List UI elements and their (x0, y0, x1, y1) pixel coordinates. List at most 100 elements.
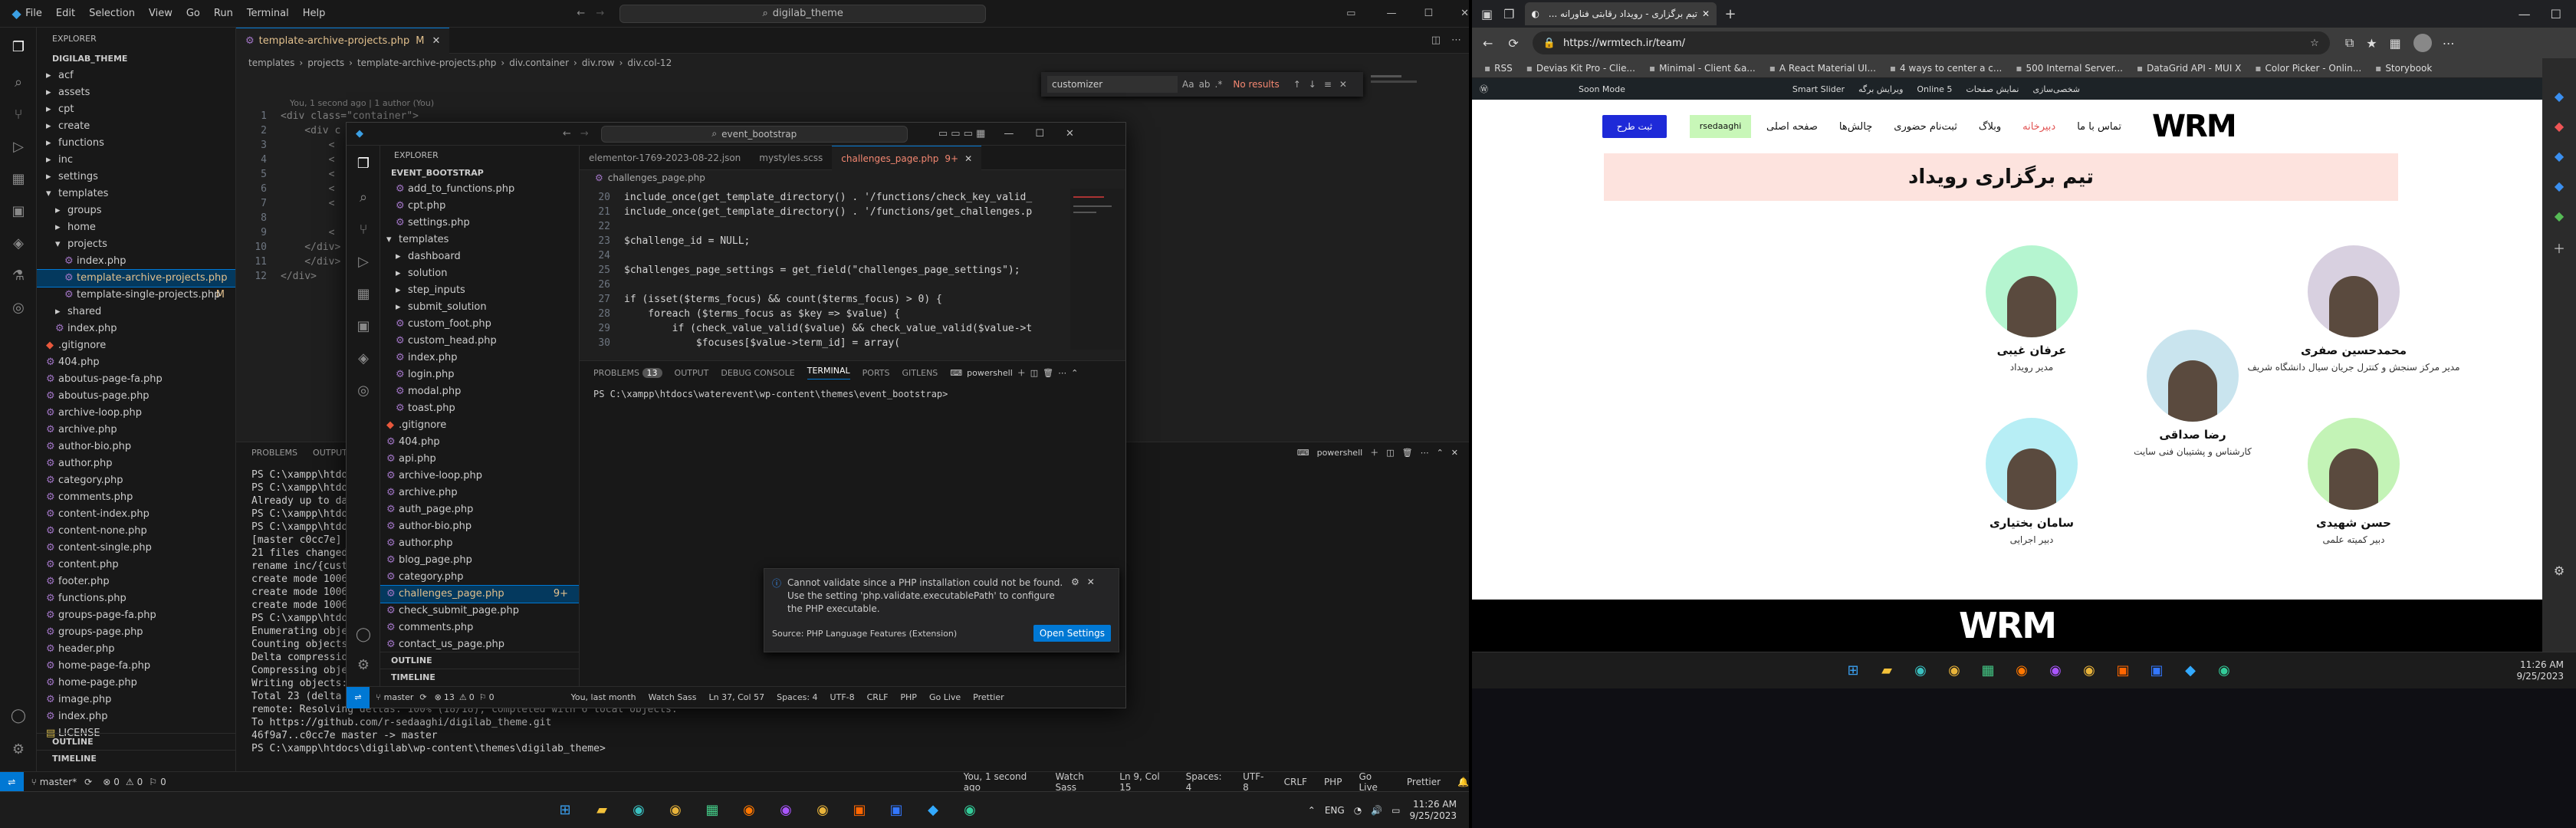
warning-count[interactable]: 0 (137, 777, 143, 787)
xampp-icon[interactable]: ▣ (2110, 658, 2136, 684)
maximize-panel-icon[interactable]: ⌃ (1437, 448, 1444, 458)
browser-tab[interactable]: ◐ تیم برگزاری - رویداد رقابتی فناورانه .… (1525, 2, 1717, 25)
wp-edit-page[interactable]: ویرایش برگه (1858, 84, 1903, 94)
file-item[interactable]: ⚙ groups-page-fa.php (37, 607, 235, 624)
terminal-selector[interactable]: ⌨ powershell ＋ ◫ 🗑 ⋯ ⌃ (950, 366, 1078, 379)
file-item[interactable]: ⚙ footer.php (37, 573, 235, 590)
file-item[interactable]: ⚙ comments.php (380, 619, 579, 636)
xampp-icon[interactable]: ▣ (846, 797, 872, 823)
accounts-icon[interactable]: ◯ (5, 702, 31, 728)
close-panel-icon[interactable]: ✕ (1451, 448, 1458, 458)
file-item[interactable]: ⚙ index.php (37, 320, 235, 337)
file-item[interactable]: ⚙ index.php (380, 350, 579, 366)
firefox-icon[interactable]: ◉ (2009, 658, 2035, 684)
nav-back-icon[interactable]: ← (577, 8, 585, 19)
file-item[interactable]: ⚙ template-archive-projects.php M (37, 269, 235, 301)
close-button[interactable]: ✕ (1066, 128, 1074, 140)
tray-chevron-icon[interactable]: ⌃ (1308, 805, 1316, 816)
tab-gitlens[interactable]: GITLENS (902, 368, 938, 378)
file-item[interactable]: ⚙ index.php (37, 253, 235, 270)
menu-view[interactable]: View (149, 8, 172, 19)
tab-debug-console[interactable]: DEBUG CONSOLE (721, 368, 794, 378)
folder-item[interactable]: ▸ acf (37, 67, 235, 84)
tab-actions-icon[interactable]: ❐ (1503, 7, 1514, 21)
bookmark-item[interactable]: ▪ Storybook (2375, 63, 2432, 74)
chrome-2-icon[interactable]: ◉ (810, 797, 836, 823)
close-notification-icon[interactable]: ✕ (1087, 577, 1095, 587)
breadcrumb-item[interactable]: div.row (582, 58, 615, 68)
timeline-section[interactable]: TIMELINE (37, 750, 235, 767)
whole-word-icon[interactable]: ab (1199, 79, 1211, 90)
file-item[interactable]: ⚙ cpt.php (380, 198, 579, 215)
cursor-position[interactable]: Ln 37, Col 57 (709, 692, 765, 702)
bookmark-item[interactable]: ▪ Devias Kit Pro - Clie... (1526, 63, 1635, 74)
wp-smart-slider[interactable]: Smart Slider (1792, 84, 1845, 94)
file-item[interactable]: ⚙ aboutus-page.php (37, 388, 235, 405)
vscode-icon[interactable]: ◆ (2177, 658, 2203, 684)
volume-icon[interactable]: 🔊 (1371, 805, 1382, 816)
accounts-icon[interactable]: ◯ (350, 621, 376, 647)
wp-online[interactable]: Online 5 (1917, 84, 1952, 94)
file-item[interactable]: ⚙ archive.php (380, 485, 579, 501)
file-item[interactable]: ⚙ functions.php (37, 590, 235, 607)
explorer-icon[interactable]: ❐ (5, 34, 31, 60)
menu-edit[interactable]: Edit (56, 8, 75, 19)
file-item[interactable]: ⚙ home-page.php (37, 675, 235, 692)
new-terminal-icon[interactable]: ＋ (1370, 446, 1378, 458)
trash-icon[interactable]: 🗑 (1402, 448, 1413, 458)
tab-problems[interactable]: PROBLEMS 13 (593, 367, 662, 378)
new-terminal-icon[interactable]: ＋ (1017, 366, 1026, 379)
new-tab-icon[interactable]: + (1724, 6, 1736, 22)
trash-icon[interactable]: 🗑 (1043, 368, 1053, 378)
close-button[interactable]: ✕ (1460, 8, 1469, 19)
editor-tab[interactable]: challenges_page.php 9+ ✕ (832, 145, 982, 170)
remote-explorer-icon[interactable]: ▣ (350, 313, 376, 339)
minimize-button[interactable]: — (1386, 8, 1396, 19)
file-item[interactable]: ⚙ modal.php (380, 383, 579, 400)
file-item[interactable]: ⚙ settings.php (380, 215, 579, 232)
gitlens-icon[interactable]: ◎ (350, 377, 376, 403)
find-selection-icon[interactable]: ≡ (1324, 79, 1332, 90)
watch-sass[interactable]: Watch Sass (1056, 771, 1103, 793)
tab-problems[interactable]: PROBLEMS (251, 448, 297, 458)
breadcrumb-file[interactable]: challenges_page.php (608, 172, 705, 183)
edge-dev-icon[interactable]: ◉ (957, 797, 983, 823)
profile-avatar[interactable] (2413, 34, 2432, 52)
find-input[interactable]: customizer (1047, 76, 1178, 93)
chrome-2-icon[interactable]: ◉ (2076, 658, 2102, 684)
wp-soon-mode[interactable]: Soon Mode (1579, 84, 1625, 94)
extensions-icon[interactable]: ▦ (350, 281, 376, 307)
maximize-panel-icon[interactable]: ⌃ (1071, 368, 1078, 378)
file-item[interactable]: ⚙ content-single.php (37, 540, 235, 557)
encoding[interactable]: UTF-8 (830, 692, 855, 702)
manage-gear-icon[interactable]: ⚙ (350, 652, 376, 678)
copilot-icon[interactable]: ◆ (2542, 89, 2576, 104)
firefox-icon[interactable]: ◉ (736, 797, 762, 823)
blame-status[interactable]: You, last month (571, 692, 636, 702)
maximize-button[interactable]: ☐ (2551, 7, 2561, 21)
explorer-root[interactable]: DIGILAB_THEME (37, 51, 235, 67)
run-debug-icon[interactable]: ▷ (350, 248, 376, 274)
tab-output[interactable]: OUTPUT (675, 368, 709, 378)
menu-run[interactable]: Run (214, 8, 233, 19)
outline-section[interactable]: OUTLINE (380, 652, 579, 669)
encoding[interactable]: UTF-8 (1243, 771, 1267, 793)
file-item[interactable]: ⚙ auth_page.php (380, 501, 579, 518)
file-item[interactable]: ⚙ category.php (37, 472, 235, 489)
match-case-icon[interactable]: Aa (1182, 79, 1194, 90)
app-icon[interactable]: ▦ (1975, 658, 2001, 684)
folder-item[interactable]: ▸ cpt (37, 101, 235, 118)
file-item[interactable]: ⚙ archive-loop.php (37, 405, 235, 422)
file-explorer-icon[interactable]: ▰ (589, 797, 615, 823)
bookmark-item[interactable]: ▪ DataGrid API - MUI X (2137, 63, 2241, 74)
star-icon[interactable]: ☆ (2310, 38, 2319, 49)
split-editor-icon[interactable]: ◫ (1431, 34, 1441, 46)
error-count[interactable]: 13 (444, 692, 455, 702)
bell-icon[interactable]: 🔔 (1457, 777, 1469, 787)
prev-match-icon[interactable]: ↑ (1293, 79, 1301, 90)
games-icon[interactable]: ◆ (2542, 149, 2576, 163)
nav-register[interactable]: ثبت‌نام حضوری (1894, 121, 1957, 133)
layout-icon[interactable]: ▭ (1346, 8, 1355, 19)
bookmark-item[interactable]: ▪ Minimal - Client &a... (1649, 63, 1756, 74)
menu-file[interactable]: File (25, 8, 42, 19)
